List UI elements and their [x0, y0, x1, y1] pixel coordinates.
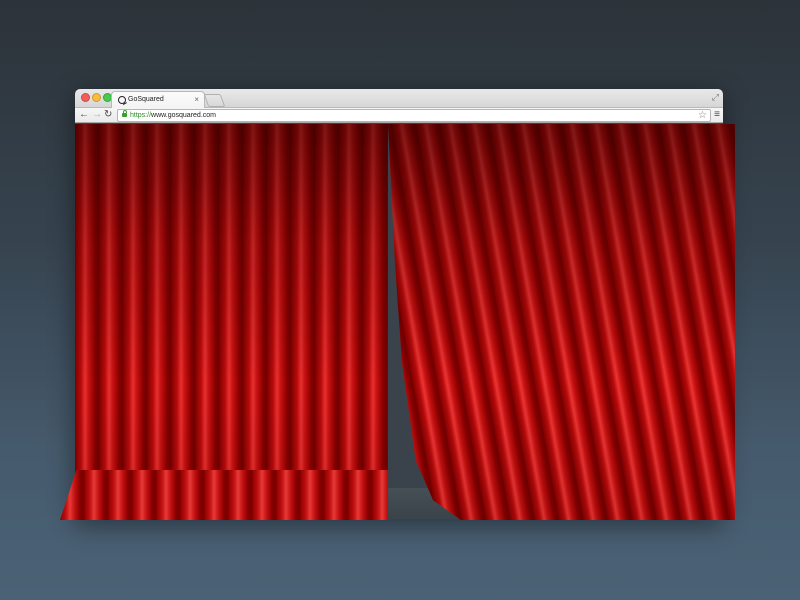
url-scheme: https:// [130, 112, 152, 119]
reload-button[interactable]: ↻ [104, 108, 112, 122]
forward-button[interactable]: → [92, 108, 102, 122]
left-curtain [75, 124, 388, 520]
new-tab-button[interactable] [203, 94, 226, 107]
right-curtain [388, 124, 735, 520]
lock-icon [122, 110, 127, 117]
browser-toolbar: ← → ↻ https://www.gosquared.com ☆ ≡ [75, 108, 723, 123]
title-bar: GoSquared × ⤢ [75, 89, 723, 109]
menu-icon[interactable]: ≡ [714, 108, 720, 122]
fullscreen-icon[interactable]: ⤢ [712, 92, 719, 102]
minimize-window-button[interactable] [92, 93, 101, 102]
bookmark-star-icon[interactable]: ☆ [698, 110, 707, 121]
url-host: www.gosquared.com [151, 112, 216, 119]
left-curtain-hem [60, 470, 388, 520]
tab-close-icon[interactable]: × [194, 95, 199, 105]
tab-gosquared[interactable]: GoSquared × [111, 91, 205, 109]
back-button[interactable]: ← [79, 108, 89, 122]
tab-title: GoSquared [128, 96, 164, 103]
url-text[interactable]: https://www.gosquared.com [130, 110, 216, 121]
address-bar[interactable]: https://www.gosquared.com ☆ [117, 109, 711, 122]
gosquared-logo-icon [118, 96, 126, 104]
close-window-button[interactable] [81, 93, 90, 102]
